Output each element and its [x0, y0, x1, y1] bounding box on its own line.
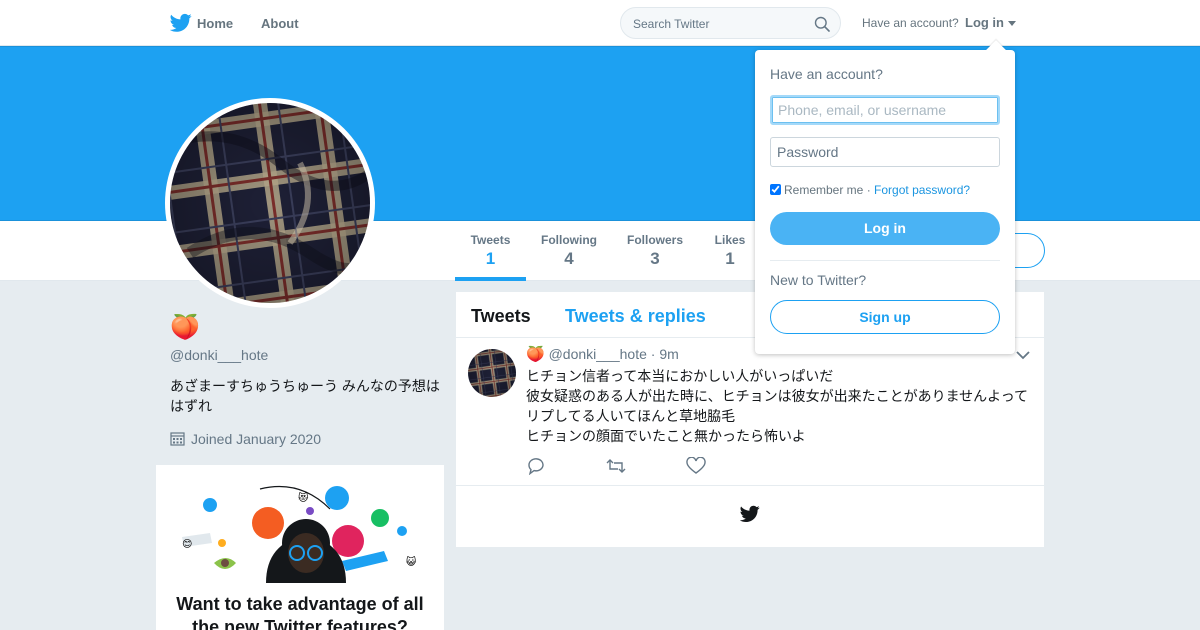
username-field[interactable] [770, 95, 1000, 125]
forgot-password-link[interactable]: Forgot password? [874, 183, 970, 197]
search-input[interactable] [633, 16, 803, 32]
stat-followers[interactable]: Followers 3 [620, 233, 690, 269]
remember-row: Remember me · Forgot password? [770, 183, 970, 197]
twitter-bird-icon [740, 505, 760, 522]
nav-home-link[interactable]: Home [197, 16, 233, 31]
signup-button[interactable]: Sign up [770, 300, 1000, 334]
search-icon[interactable] [814, 16, 830, 32]
profile-handle[interactable]: @donki___hote [170, 347, 268, 363]
remember-me-checkbox[interactable] [770, 184, 781, 195]
tweet-text: ヒチョン信者って本当におかしい人がいっぱいだ 彼女疑惑のある人が出た時に、ヒチョ… [526, 366, 1036, 446]
stat-label: Likes [714, 233, 746, 247]
tweet-separator: · [650, 346, 656, 362]
caret-down-icon[interactable] [1008, 21, 1016, 26]
login-dropdown-toggle[interactable]: Log in [965, 15, 1004, 30]
tab-tweets-and-replies[interactable]: Tweets & replies [565, 306, 706, 327]
tweet[interactable]: 🍑 @donki___hote · 9m ヒチョン信者って本当におかしい人がいっ… [456, 338, 1044, 486]
tweet-time[interactable]: 9m [659, 346, 678, 362]
promo-text: Want to take advantage of all the new Tw… [176, 594, 424, 630]
remember-me-label[interactable]: Remember me [784, 183, 863, 197]
reply-icon[interactable] [526, 457, 546, 475]
tweet-header: 🍑 @donki___hote · 9m [526, 345, 679, 363]
svg-text:😊: 😊 [182, 539, 192, 550]
stat-value: 1 [485, 249, 496, 268]
login-dropdown: Have an account? Remember me · Forgot pa… [755, 40, 1015, 354]
stat-likes[interactable]: Likes 1 [706, 233, 754, 269]
tweet-line: ヒチョンの顔面でいたこと無かったら怖いよ [526, 428, 806, 444]
promo-illustration: 😊 😺 😻 [182, 485, 417, 583]
tweet-avatar[interactable] [468, 349, 516, 397]
tweet-author-handle[interactable]: @donki___hote [549, 346, 647, 362]
tweet-author-emoji[interactable]: 🍑 [526, 346, 545, 363]
search-box[interactable] [620, 7, 841, 39]
tweet-line: 彼女疑惑のある人が出た時に、ヒチョンは彼女が出来たことがありませんよって [526, 388, 1029, 404]
stat-following[interactable]: Following 4 [534, 233, 604, 269]
tweet-line: リプしてる人いてほんと草地脇毛 [526, 408, 736, 424]
stat-value: 4 [564, 249, 574, 268]
new-to-twitter-text: New to Twitter? [770, 272, 867, 288]
stat-label: Followers [626, 233, 683, 247]
stat-value: 1 [725, 249, 735, 268]
signup-promo-card: 😊 😺 😻 Want to take advantage of all the … [156, 465, 444, 630]
active-tab-underline [455, 277, 526, 281]
stat-tweets[interactable]: Tweets 1 [455, 233, 526, 269]
password-field[interactable] [770, 137, 1000, 167]
nav-about-link[interactable]: About [261, 16, 299, 31]
profile-bio: あざまーすちゅうちゅーう みんなの予想ははずれ [170, 378, 440, 414]
tab-tweets[interactable]: Tweets [471, 306, 531, 327]
top-nav: Home About Have an account? Log in [0, 0, 1200, 46]
svg-text:😺: 😺 [406, 556, 417, 568]
calendar-icon [170, 432, 185, 446]
joined-date: Joined January 2020 [170, 431, 321, 447]
divider [770, 260, 1000, 261]
joined-text: Joined January 2020 [191, 431, 321, 447]
stat-label: Following [541, 233, 597, 247]
login-dropdown-title: Have an account? [770, 66, 883, 82]
have-account-text: Have an account? [862, 16, 959, 30]
login-button[interactable]: Log in [770, 212, 1000, 245]
profile-name-emoji: 🍑 [170, 314, 200, 341]
remember-separator: · [866, 183, 871, 197]
chevron-down-icon[interactable] [1016, 350, 1030, 360]
tweet-line: ヒチョン信者って本当におかしい人がいっぱいだ [526, 368, 834, 384]
twitter-bird-icon[interactable] [170, 13, 192, 33]
svg-text:😻: 😻 [298, 492, 309, 504]
profile-avatar[interactable] [165, 98, 375, 308]
like-icon[interactable] [686, 457, 706, 475]
stat-label: Tweets [470, 233, 511, 247]
retweet-icon[interactable] [606, 457, 626, 475]
avatar-image [170, 103, 370, 303]
stat-value: 3 [650, 249, 660, 268]
